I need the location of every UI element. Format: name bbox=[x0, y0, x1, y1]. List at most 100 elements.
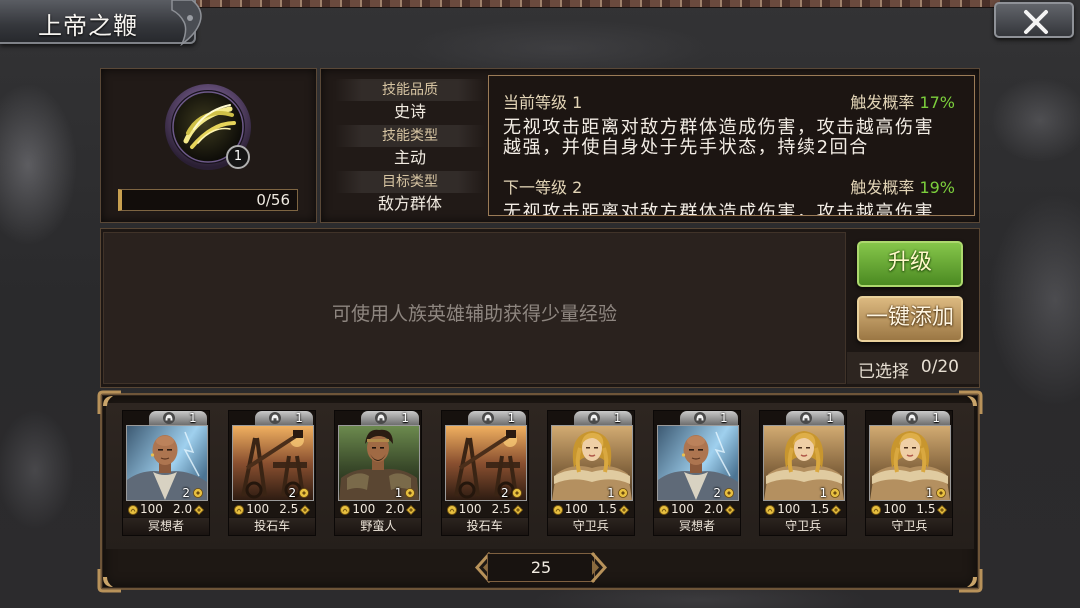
star-rank-icon bbox=[405, 488, 416, 498]
hero-card[interactable]: 1 2 100 2.5 投石车 bbox=[440, 410, 529, 536]
next-level-title: 下一等级 2 bbox=[503, 178, 583, 197]
attribute-value: 史诗 bbox=[393, 102, 426, 121]
card-stats: 100 2.0 bbox=[123, 501, 209, 517]
chance-value: 17% bbox=[919, 93, 955, 112]
exp-text: 0/56 bbox=[256, 191, 290, 209]
card-level: 1 bbox=[826, 411, 834, 425]
hero-card[interactable]: 1 1 100 1.5 守卫兵 bbox=[865, 410, 954, 536]
card-level: 1 bbox=[720, 411, 728, 425]
card-stats: 100 2.0 bbox=[335, 501, 422, 517]
card-rank-value: 1 bbox=[819, 486, 828, 500]
card-level: 1 bbox=[401, 411, 410, 425]
card-rank: 1 bbox=[820, 486, 841, 500]
power-icon bbox=[193, 504, 205, 516]
card-cost: 100 bbox=[564, 502, 588, 516]
card-level-tab bbox=[149, 411, 207, 425]
card-name: 投石车 bbox=[441, 518, 528, 535]
power-icon bbox=[512, 504, 523, 516]
power-icon bbox=[937, 504, 948, 516]
card-power: 2.0 bbox=[704, 502, 724, 516]
card-name: 投石车 bbox=[229, 518, 316, 535]
card-rank-value: 1 bbox=[394, 486, 403, 500]
hero-card[interactable]: 1 2 100 2.0 冥想者 bbox=[653, 410, 741, 536]
upgrade-button[interactable]: 升级 bbox=[857, 241, 963, 287]
close-button[interactable] bbox=[994, 2, 1074, 38]
helmet-icon bbox=[163, 412, 175, 424]
hero-card[interactable]: 1 1 100 1.5 守卫兵 bbox=[759, 410, 848, 536]
skill-description-box[interactable]: 当前等级 1 触发概率 17% 无视攻击距离对敌方群体造成伤害，攻击越高伤害 越… bbox=[488, 75, 975, 216]
hero-card[interactable]: 1 2 100 2.5 投石车 bbox=[228, 410, 317, 536]
material-drop-area[interactable]: 可使用人族英雄辅助获得少量经验 bbox=[103, 232, 846, 384]
hero-card[interactable]: 1 1 100 2.0 野蛮人 bbox=[334, 410, 423, 536]
star-rank-icon bbox=[193, 488, 203, 498]
current-description-line: 越强，并使自身处于先手状态，持续2回合 bbox=[503, 137, 869, 158]
card-level-tab bbox=[255, 411, 314, 425]
auto-add-button[interactable]: 一键添加 bbox=[857, 296, 963, 342]
chance-value: 19% bbox=[919, 178, 955, 197]
card-level: 1 bbox=[932, 411, 941, 425]
helmet-icon bbox=[481, 412, 494, 424]
page-indicator[interactable]: 25 bbox=[487, 553, 595, 582]
card-cost: 100 bbox=[883, 502, 907, 516]
material-hint: 可使用人族英雄辅助获得少量经验 bbox=[331, 303, 617, 325]
card-level: 1 bbox=[613, 411, 622, 425]
card-name: 守卫兵 bbox=[866, 518, 953, 535]
corner-ornament-icon bbox=[97, 569, 121, 593]
card-name: 守卫兵 bbox=[547, 518, 634, 535]
power-icon bbox=[406, 504, 417, 516]
card-rank: 2 bbox=[713, 486, 734, 500]
coin-icon bbox=[446, 505, 457, 515]
window-title: 上帝之鞭 bbox=[38, 12, 138, 40]
card-level-tab bbox=[680, 411, 738, 425]
card-rank-value: 2 bbox=[500, 486, 509, 500]
coin-icon bbox=[128, 505, 138, 515]
coin-icon bbox=[340, 505, 351, 515]
current-trigger-chance: 触发概率 17% bbox=[850, 89, 955, 113]
power-icon bbox=[300, 504, 311, 516]
coin-icon bbox=[765, 505, 776, 515]
card-name: 冥想者 bbox=[123, 518, 209, 535]
card-cost: 100 bbox=[352, 502, 376, 516]
current-description-line: 无视攻击距离对敌方群体造成伤害，攻击越高伤害 bbox=[503, 117, 935, 138]
card-power: 2.0 bbox=[173, 502, 193, 516]
card-stats: 100 1.5 bbox=[547, 501, 634, 517]
card-rank: 1 bbox=[607, 486, 628, 500]
corner-ornament-icon bbox=[959, 569, 983, 593]
skill-level-badge: 1 bbox=[226, 145, 250, 169]
star-rank-icon bbox=[299, 488, 310, 498]
hero-card[interactable]: 1 1 100 1.5 守卫兵 bbox=[546, 410, 635, 536]
card-stats: 100 1.5 bbox=[866, 501, 953, 517]
card-level-tab bbox=[361, 411, 420, 425]
top-chain-decoration bbox=[150, 0, 1000, 8]
selected-count: 0/20 bbox=[920, 357, 959, 377]
close-icon bbox=[1024, 10, 1048, 34]
card-power: 1.5 bbox=[916, 502, 936, 516]
coin-icon bbox=[659, 505, 669, 515]
current-level-title: 当前等级 1 bbox=[503, 93, 583, 112]
hero-card[interactable]: 1 2 100 2.0 冥想者 bbox=[122, 410, 210, 536]
attribute-value: 敌方群体 bbox=[377, 194, 442, 213]
star-rank-icon bbox=[830, 488, 841, 498]
card-rank-value: 1 bbox=[925, 486, 934, 500]
card-cost: 100 bbox=[246, 502, 270, 516]
card-rank: 2 bbox=[182, 486, 203, 500]
card-name: 野蛮人 bbox=[335, 518, 422, 535]
chance-label: 触发概率 bbox=[850, 178, 915, 197]
card-name: 冥想者 bbox=[654, 518, 740, 535]
selected-label: 已选择 bbox=[858, 362, 909, 382]
card-level-tab bbox=[467, 411, 526, 425]
attribute-label: 目标类型 bbox=[335, 171, 485, 193]
title-ornament-icon bbox=[171, 0, 202, 46]
helmet-icon bbox=[694, 412, 706, 424]
star-rank-icon bbox=[724, 488, 734, 498]
attribute-type: 技能类型 主动 bbox=[335, 125, 485, 171]
exp-progress-bar: 0/56 bbox=[118, 189, 298, 211]
card-cost: 100 bbox=[777, 502, 801, 516]
card-rank-value: 1 bbox=[607, 486, 615, 500]
coin-icon bbox=[234, 505, 245, 515]
card-level-tab bbox=[786, 411, 845, 425]
attribute-value: 主动 bbox=[393, 148, 426, 167]
star-rank-icon bbox=[936, 488, 947, 498]
card-level: 1 bbox=[189, 411, 197, 425]
pager-right-ornament-icon bbox=[590, 551, 608, 584]
